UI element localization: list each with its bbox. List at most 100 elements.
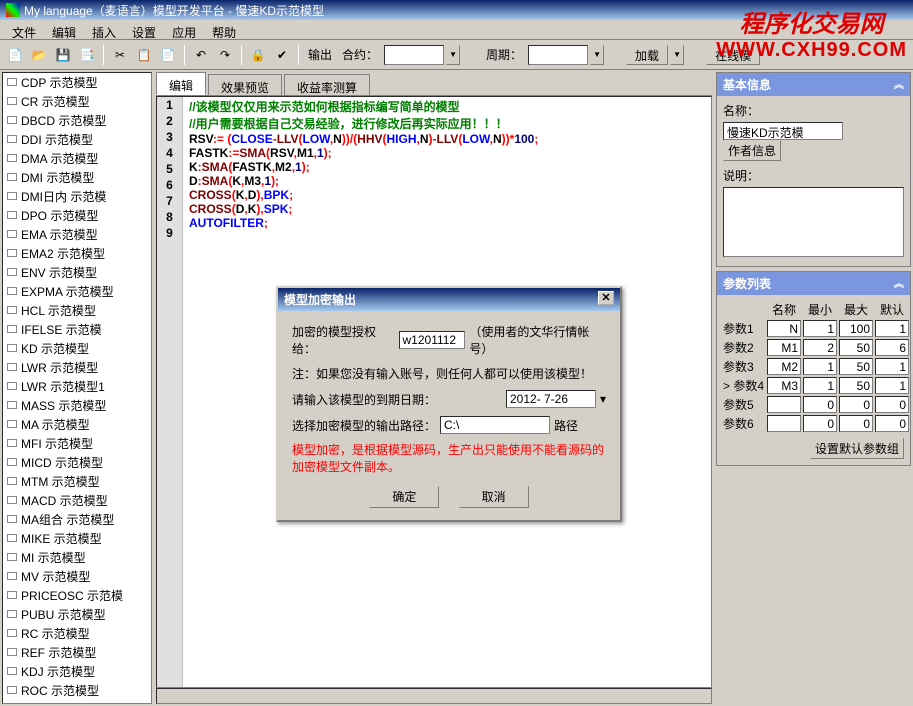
param-def-input[interactable] [875, 396, 909, 413]
params-header[interactable]: 参数列表︽ [717, 272, 910, 295]
param-max-input[interactable] [839, 358, 873, 375]
tab-preview[interactable]: 效果预览 [208, 74, 282, 95]
tree-item[interactable]: LWR 示范模型 [3, 358, 151, 377]
tree-item[interactable]: MA 示范模型 [3, 415, 151, 434]
param-def-input[interactable] [875, 377, 909, 394]
tree-item[interactable]: LWR 示范模型1 [3, 377, 151, 396]
h-scrollbar[interactable] [156, 688, 712, 704]
tree-item[interactable]: IFELSE 示范模 [3, 320, 151, 339]
lock-icon[interactable]: 🔒 [247, 44, 269, 66]
menu-apply[interactable]: 应用 [164, 22, 204, 37]
tree-item[interactable]: MI 示范模型 [3, 548, 151, 567]
tree-item[interactable]: EMA2 示范模型 [3, 244, 151, 263]
undo-icon[interactable]: ↶ [190, 44, 212, 66]
browse-path-button[interactable]: 路径 [554, 417, 578, 434]
basic-info-header[interactable]: 基本信息︽ [717, 73, 910, 96]
tree-item[interactable]: RSI 示范模型 [3, 700, 151, 704]
param-def-input[interactable] [875, 320, 909, 337]
param-min-input[interactable] [803, 377, 837, 394]
tree-item[interactable]: DMI日内 示范模 [3, 187, 151, 206]
model-name-field[interactable]: 慢速KD示范模型.XTRI [723, 122, 843, 140]
author-info-button[interactable]: 作者信息 [723, 140, 781, 161]
param-name-input[interactable] [767, 377, 801, 394]
param-name-input[interactable] [767, 415, 801, 432]
check-icon[interactable]: ✔ [271, 44, 293, 66]
tree-item[interactable]: KDJ 示范模型 [3, 662, 151, 681]
tree-item[interactable]: MTM 示范模型 [3, 472, 151, 491]
param-name-input[interactable] [767, 358, 801, 375]
load-button[interactable]: 加载 [626, 45, 668, 65]
param-max-input[interactable] [839, 320, 873, 337]
menu-help[interactable]: 帮助 [204, 22, 244, 37]
chevron-down-icon[interactable]: ▼ [670, 45, 684, 65]
desc-textarea[interactable] [723, 187, 904, 257]
chevron-down-icon[interactable]: ▼ [446, 45, 460, 65]
tree-item[interactable]: MA组合 示范模型 [3, 510, 151, 529]
set-default-params-button[interactable]: 设置默认参数组 [810, 438, 904, 459]
new-icon[interactable]: 📄 [4, 44, 26, 66]
tree-item[interactable]: MICD 示范模型 [3, 453, 151, 472]
param-name-input[interactable] [767, 396, 801, 413]
tree-item[interactable]: ROC 示范模型 [3, 681, 151, 700]
tree-item[interactable]: EMA 示范模型 [3, 225, 151, 244]
tree-item[interactable]: DBCD 示范模型 [3, 111, 151, 130]
tree-item[interactable]: DMI 示范模型 [3, 168, 151, 187]
tree-item[interactable]: MACD 示范模型 [3, 491, 151, 510]
open-icon[interactable]: 📂 [28, 44, 50, 66]
menu-file[interactable]: 文件 [4, 22, 44, 37]
tree-item[interactable]: MASS 示范模型 [3, 396, 151, 415]
tree-item[interactable]: PUBU 示范模型 [3, 605, 151, 624]
tree-item[interactable]: EXPMA 示范模型 [3, 282, 151, 301]
close-icon[interactable]: ✕ [598, 291, 614, 305]
chevron-down-icon[interactable]: ▼ [590, 45, 604, 65]
param-def-input[interactable] [875, 358, 909, 375]
menu-edit[interactable]: 编辑 [44, 22, 84, 37]
save-all-icon[interactable]: 📑 [76, 44, 98, 66]
expire-date-field[interactable]: 2012- 7-26 [506, 390, 596, 408]
param-min-input[interactable] [803, 339, 837, 356]
tree-item[interactable]: CDP 示范模型 [3, 73, 151, 92]
copy-icon[interactable]: 📋 [133, 44, 155, 66]
tree-item[interactable]: MIKE 示范模型 [3, 529, 151, 548]
menu-insert[interactable]: 插入 [84, 22, 124, 37]
online-button[interactable]: 在线模 [706, 45, 760, 65]
param-min-input[interactable] [803, 358, 837, 375]
redo-icon[interactable]: ↷ [214, 44, 236, 66]
tab-edit[interactable]: 编辑 [156, 72, 206, 95]
param-min-input[interactable] [803, 415, 837, 432]
param-def-input[interactable] [875, 339, 909, 356]
tree-item[interactable]: DMA 示范模型 [3, 149, 151, 168]
save-icon[interactable]: 💾 [52, 44, 74, 66]
menu-setting[interactable]: 设置 [124, 22, 164, 37]
tree-item[interactable]: KD 示范模型 [3, 339, 151, 358]
paste-icon[interactable]: 📄 [157, 44, 179, 66]
param-def-input[interactable] [875, 415, 909, 432]
param-max-input[interactable] [839, 396, 873, 413]
period-combo[interactable] [528, 45, 588, 65]
tree-item[interactable]: MFI 示范模型 [3, 434, 151, 453]
param-max-input[interactable] [839, 415, 873, 432]
tree-item[interactable]: ENV 示范模型 [3, 263, 151, 282]
tree-item[interactable]: HCL 示范模型 [3, 301, 151, 320]
dialog-titlebar[interactable]: 模型加密输出 ✕ [278, 288, 620, 311]
param-name-input[interactable] [767, 320, 801, 337]
tree-item[interactable]: REF 示范模型 [3, 643, 151, 662]
ok-button[interactable]: 确定 [369, 486, 439, 508]
param-max-input[interactable] [839, 377, 873, 394]
tree-item[interactable]: PRICEOSC 示范模 [3, 586, 151, 605]
tree-item[interactable]: RC 示范模型 [3, 624, 151, 643]
param-max-input[interactable] [839, 339, 873, 356]
cancel-button[interactable]: 取消 [459, 486, 529, 508]
tree-item[interactable]: CR 示范模型 [3, 92, 151, 111]
tree-item[interactable]: MV 示范模型 [3, 567, 151, 586]
chevron-down-icon[interactable]: ▾ [600, 392, 606, 406]
output-path-field[interactable]: C:\ [440, 416, 550, 434]
param-name-input[interactable] [767, 339, 801, 356]
tree-item[interactable]: DPO 示范模型 [3, 206, 151, 225]
contract-combo[interactable] [384, 45, 444, 65]
param-min-input[interactable] [803, 396, 837, 413]
model-tree[interactable]: CDP 示范模型CR 示范模型DBCD 示范模型DDI 示范模型DMA 示范模型… [2, 72, 152, 704]
tab-yield[interactable]: 收益率测算 [284, 74, 370, 95]
cut-icon[interactable]: ✂ [109, 44, 131, 66]
param-min-input[interactable] [803, 320, 837, 337]
